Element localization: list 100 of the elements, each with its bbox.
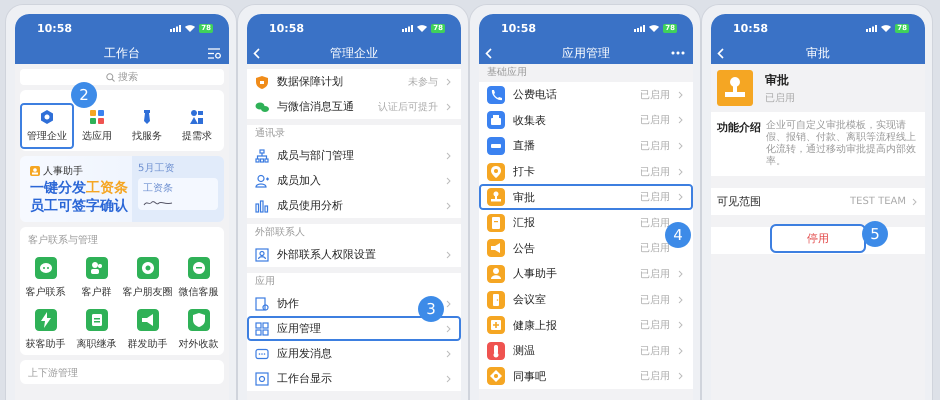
visibility-row[interactable]: 可见范围 TEST TEAM [711, 188, 925, 215]
hexagon-icon [39, 109, 55, 125]
section-title: 客户联系与管理 [27, 234, 99, 247]
signal-icon [866, 24, 878, 32]
status-time: 10:58 [37, 22, 72, 34]
intro-label: 功能介绍 [717, 120, 761, 136]
phone-icon [487, 86, 505, 104]
chevron-icon [678, 346, 683, 355]
chevron-icon [678, 168, 683, 176]
lightning-icon [34, 309, 56, 331]
app-shortcut[interactable]: 微信客服 [173, 257, 224, 299]
chevron-icon [446, 202, 451, 210]
payslip-card: 工资条 [138, 178, 218, 210]
app-grid-icon [255, 322, 269, 336]
chevron-icon [678, 270, 683, 278]
section-title: 外部联系人 [254, 226, 306, 240]
section-title: 上下游管理 [27, 366, 79, 380]
disable-button[interactable]: 停用 [770, 224, 866, 253]
section-title: 通讯录 [254, 126, 286, 141]
person-icon [30, 166, 40, 176]
settings-row[interactable]: 应用管理 [247, 316, 461, 341]
promo-banner[interactable]: 人事助手 一键分发工资条 员工可签字确认 5月工资 工资条 [20, 156, 224, 222]
health-icon [487, 316, 505, 334]
chevron-icon [678, 321, 683, 330]
wifi-icon [881, 24, 892, 32]
screen-title: 应用管理 [561, 44, 611, 62]
shortcut-button[interactable]: 选应用 [82, 109, 112, 143]
app-shortcut[interactable]: 客户朋友圈 [122, 257, 173, 299]
wifi-icon [417, 24, 428, 32]
screen-title: 审批 [805, 44, 831, 62]
diamond-icon [487, 367, 505, 386]
app-row[interactable]: 审批 已启用 [479, 184, 693, 210]
signal-icon [402, 24, 414, 32]
app-shortcut[interactable]: 客户群 [71, 257, 122, 299]
menu-settings-icon[interactable] [208, 48, 221, 58]
chevron-icon [678, 116, 683, 124]
app-shortcut[interactable]: 离职继承 [71, 309, 122, 351]
status-time: 10:58 [501, 22, 536, 34]
chevron-icon [446, 324, 451, 332]
chevron-icon [446, 374, 451, 382]
chevron-icon [446, 176, 451, 184]
shield-icon [188, 309, 210, 331]
chevron-icon [446, 102, 451, 110]
shortcut-button[interactable]: 找服务 [132, 109, 162, 143]
more-icon[interactable] [671, 51, 685, 55]
person-icon [487, 264, 505, 283]
chevron-icon [446, 152, 451, 160]
megaphone-icon [136, 309, 158, 331]
screen-title: 管理企业 [329, 44, 379, 62]
stamp-icon [717, 70, 753, 106]
chevron-icon [912, 198, 917, 206]
add-person-icon [255, 174, 269, 188]
document-icon [86, 309, 108, 331]
banner-headline: 一键分发工资条 [30, 180, 128, 196]
status-time: 10:58 [269, 22, 304, 34]
chevron-icon [446, 350, 451, 358]
contact-card-icon [255, 248, 269, 262]
location-pin-icon [487, 162, 505, 181]
chat-bubble-icon [34, 257, 56, 279]
section-title: 应用 [254, 274, 276, 289]
search-icon [106, 73, 115, 82]
megaphone-icon [487, 239, 505, 258]
app-grid-icon [89, 109, 105, 125]
chevron-icon [678, 372, 683, 380]
bar-chart-icon [255, 198, 269, 212]
signature-drawing [143, 199, 173, 207]
chevron-icon [446, 250, 451, 258]
message-icon [255, 346, 269, 360]
chevron-icon [446, 78, 451, 86]
card-title: 5月工资 [138, 162, 176, 175]
org-chart-icon [255, 148, 269, 162]
app-shortcut[interactable]: 群发助手 [122, 309, 173, 351]
screen-title: 工作台 [103, 44, 141, 62]
signal-icon [634, 24, 646, 32]
shortcut-button[interactable]: 提需求 [182, 109, 212, 143]
chevron-icon [678, 90, 683, 99]
app-shortcut[interactable]: 对外收款 [173, 309, 224, 351]
chevron-icon [678, 296, 683, 304]
status-time: 10:58 [733, 22, 768, 34]
back-icon [717, 48, 724, 58]
banner-tag: 人事助手 [43, 164, 83, 178]
chat-bubbles-icon [255, 100, 269, 114]
chevron-icon [446, 300, 451, 308]
app-name: 审批 [765, 72, 790, 88]
intro-text: 企业可自定义审批模板，实现请假、报销、付款、离职等流程线上化流转，通过移动审批提高内部效率。 [766, 120, 917, 168]
signal-icon [170, 24, 182, 32]
chevron-icon [678, 142, 683, 150]
shapes-icon [189, 109, 205, 125]
app-shortcut[interactable]: 客户联系 [20, 257, 71, 299]
shield-icon [255, 74, 269, 88]
app-shortcut[interactable]: 获客助手 [20, 309, 71, 351]
app-status: 已启用 [765, 92, 795, 104]
search-field[interactable]: 搜索 [20, 69, 224, 85]
stamp-icon [487, 188, 505, 206]
back-icon [485, 48, 492, 58]
banner-headline: 员工可签字确认 [30, 198, 128, 214]
thermometer-icon [487, 342, 505, 360]
wifi-icon [185, 24, 196, 32]
shortcut-button[interactable]: 管理企业 [20, 103, 74, 149]
door-icon [487, 290, 505, 309]
